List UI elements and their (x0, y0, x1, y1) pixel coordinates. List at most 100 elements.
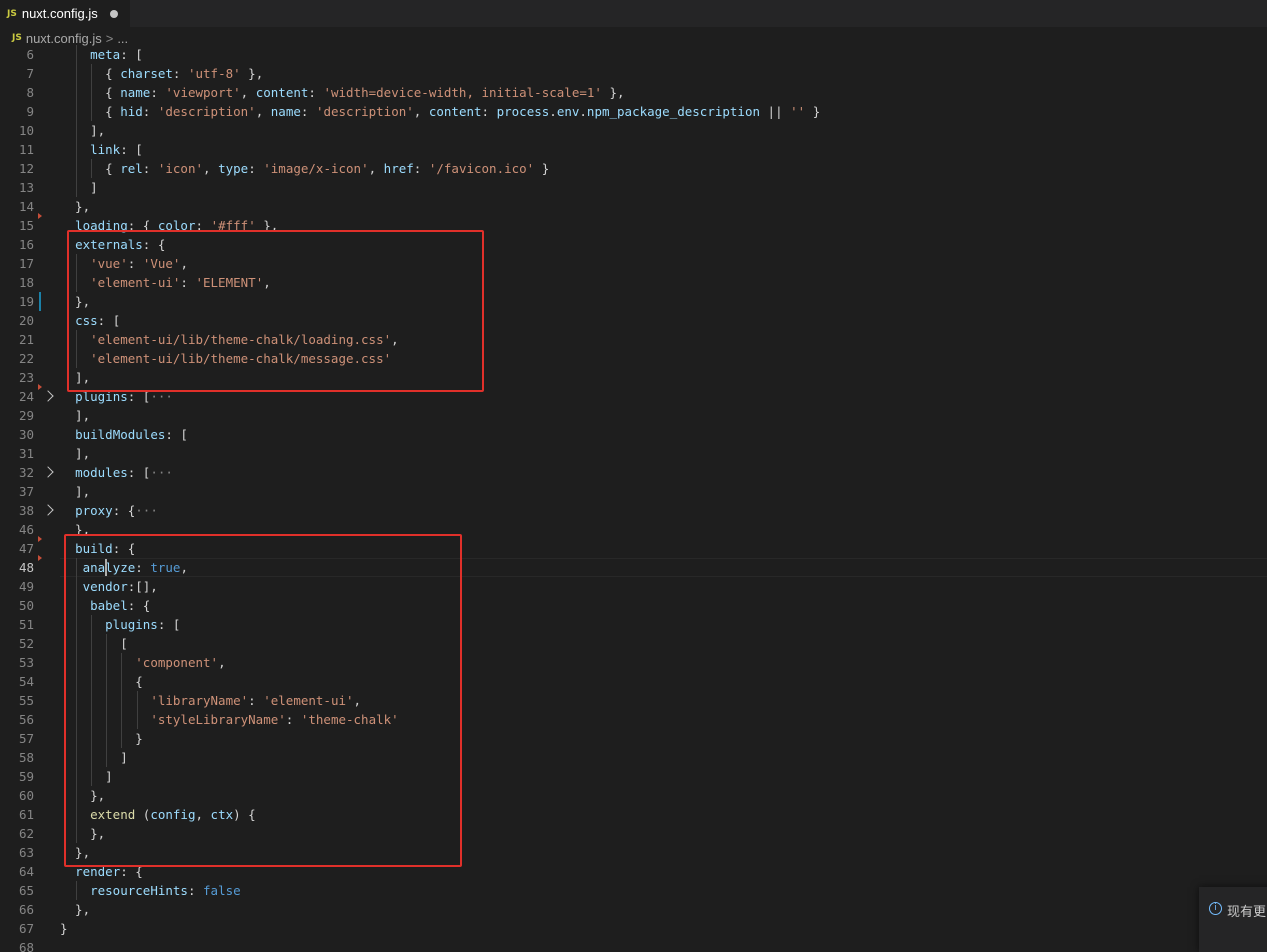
line-number: 49 (18, 579, 34, 594)
code-text: ], (60, 484, 91, 499)
code-line[interactable]: 10 ], (0, 121, 1267, 140)
code-line[interactable]: 8 { name: 'viewport', content: 'width=de… (0, 83, 1267, 102)
code-line[interactable]: 14 }, (0, 197, 1267, 216)
fold-chevron-icon[interactable] (42, 390, 54, 402)
code-line[interactable]: 38 proxy: {··· (0, 501, 1267, 520)
code-line[interactable]: 11 link: [ (0, 140, 1267, 159)
breadcrumb-symbol[interactable]: ... (117, 31, 128, 46)
line-number: 66 (18, 902, 34, 917)
indent-guide (76, 881, 78, 900)
line-number: 50 (18, 598, 34, 613)
line-number: 37 (18, 484, 34, 499)
js-file-icon: JS (7, 8, 17, 19)
code-text: { hid: 'description', name: 'description… (60, 104, 821, 119)
line-number: 18 (18, 275, 34, 290)
code-text: buildModules: [ (75, 427, 188, 442)
editor-tab-bar: JS nuxt.config.js (0, 0, 1267, 27)
line-number: 57 (18, 731, 34, 746)
line-number: 7 (26, 66, 34, 81)
line-number: 17 (18, 256, 34, 271)
line-number: 16 (18, 237, 34, 252)
notification-toast[interactable]: i 现有更 (1199, 887, 1267, 952)
line-number: 54 (18, 674, 34, 689)
code-line[interactable]: 6 meta: [ (0, 45, 1267, 64)
fold-chevron-icon[interactable] (42, 466, 54, 478)
line-number: 68 (18, 940, 34, 952)
code-line[interactable]: 13 ] (0, 178, 1267, 197)
line-number: 30 (18, 427, 34, 442)
tab-title: nuxt.config.js (21, 6, 98, 21)
annotation-box-externals-css (67, 230, 484, 392)
line-number: 59 (18, 769, 34, 784)
code-line[interactable]: 66 }, (0, 900, 1267, 919)
line-number: 10 (18, 123, 34, 138)
editor-tab-nuxt-config[interactable]: JS nuxt.config.js (0, 0, 130, 27)
line-number: 11 (18, 142, 34, 157)
code-text: } (60, 921, 68, 936)
code-line[interactable]: 65 resourceHints: false (0, 881, 1267, 900)
code-line[interactable]: 37 ], (0, 482, 1267, 501)
code-text: }, (60, 199, 91, 214)
code-line[interactable]: 31 ], (0, 444, 1267, 463)
code-text: }, (60, 902, 91, 917)
indent-guide (91, 159, 93, 178)
code-text: { rel: 'icon', type: 'image/x-icon', hre… (60, 161, 550, 176)
line-number: 32 (18, 465, 34, 480)
line-number: 51 (18, 617, 34, 632)
line-number: 12 (18, 161, 34, 176)
gutter-deleted-marker[interactable] (38, 384, 42, 390)
gutter-deleted-marker[interactable] (38, 555, 42, 561)
code-text: { name: 'viewport', content: 'width=devi… (60, 85, 625, 100)
code-line[interactable]: 9 { hid: 'description', name: 'descripti… (0, 102, 1267, 121)
line-number: 8 (26, 85, 34, 100)
js-file-icon: JS (12, 33, 22, 43)
line-number: 31 (18, 446, 34, 461)
line-number: 52 (18, 636, 34, 651)
code-line[interactable]: 7 { charset: 'utf-8' }, (0, 64, 1267, 83)
code-text: link: [ (90, 142, 143, 157)
line-number: 29 (18, 408, 34, 423)
line-number: 38 (18, 503, 34, 518)
line-number: 9 (26, 104, 34, 119)
code-text: meta: [ (90, 47, 143, 62)
code-text: modules: [··· (75, 465, 173, 480)
breadcrumb-file[interactable]: nuxt.config.js (26, 31, 102, 46)
gutter-deleted-marker[interactable] (38, 536, 42, 542)
line-number: 67 (18, 921, 34, 936)
line-number: 58 (18, 750, 34, 765)
unsaved-dot-icon[interactable] (109, 9, 118, 18)
code-editor[interactable]: 6 meta: [7 { charset: 'utf-8' }, 8 { name… (0, 45, 1267, 952)
line-number: 22 (18, 351, 34, 366)
line-number: 47 (18, 541, 34, 556)
gutter-deleted-marker[interactable] (38, 213, 42, 219)
indent-guide (76, 45, 78, 197)
code-text: ], (60, 123, 106, 138)
line-number: 46 (18, 522, 34, 537)
info-icon: i (1209, 902, 1222, 915)
line-number: 24 (18, 389, 34, 404)
fold-chevron-icon[interactable] (42, 504, 54, 516)
gutter-modified-marker[interactable] (39, 292, 41, 311)
line-number: 65 (18, 883, 34, 898)
code-line[interactable]: 67} (0, 919, 1267, 938)
code-text: ], (60, 446, 91, 461)
line-number: 64 (18, 864, 34, 879)
code-line[interactable]: 30 buildModules: [ (0, 425, 1267, 444)
line-number: 23 (18, 370, 34, 385)
code-line[interactable]: 29 ], (0, 406, 1267, 425)
line-number: 48 (18, 560, 34, 575)
code-line[interactable]: 68 (0, 938, 1267, 952)
line-number: 53 (18, 655, 34, 670)
line-number: 13 (18, 180, 34, 195)
line-number: 20 (18, 313, 34, 328)
annotation-box-build (64, 534, 462, 867)
line-number: 63 (18, 845, 34, 860)
line-number: 56 (18, 712, 34, 727)
code-line[interactable]: 32 modules: [··· (0, 463, 1267, 482)
line-number: 19 (18, 294, 34, 309)
line-number: 15 (18, 218, 34, 233)
code-line[interactable]: 12 { rel: 'icon', type: 'image/x-icon', … (0, 159, 1267, 178)
indent-guide (91, 64, 93, 121)
line-number: 14 (18, 199, 34, 214)
code-text: ], (60, 408, 91, 423)
